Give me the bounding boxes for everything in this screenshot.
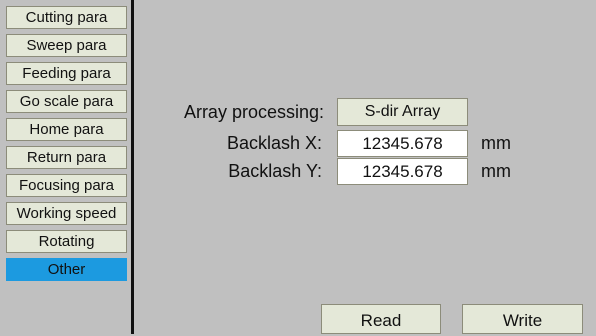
backlash-x-unit: mm	[481, 133, 511, 153]
backlash-y-label: Backlash Y:	[228, 161, 322, 181]
menu-item-working-speed[interactable]: Working speed	[6, 202, 127, 225]
menu-item-cutting-para[interactable]: Cutting para	[6, 6, 127, 29]
menu-item-rotating[interactable]: Rotating	[6, 230, 127, 253]
backlash-y-input[interactable]: 12345.678	[337, 158, 468, 185]
sidebar-divider	[131, 0, 134, 334]
menu-item-feeding-para[interactable]: Feeding para	[6, 62, 127, 85]
sidebar: Cutting para Sweep para Feeding para Go …	[0, 0, 131, 334]
backlash-x-input[interactable]: 12345.678	[337, 130, 468, 157]
backlash-y-unit: mm	[481, 161, 511, 181]
menu-item-go-scale-para[interactable]: Go scale para	[6, 90, 127, 113]
write-button[interactable]: Write	[462, 304, 583, 334]
menu-item-return-para[interactable]: Return para	[6, 146, 127, 169]
array-processing-button[interactable]: S-dir Array	[337, 98, 468, 126]
backlash-x-label: Backlash X:	[226, 133, 322, 153]
array-processing-label: Array processing:	[183, 102, 324, 122]
read-button[interactable]: Read	[321, 304, 441, 334]
menu-item-other[interactable]: Other	[6, 258, 127, 281]
menu-item-sweep-para[interactable]: Sweep para	[6, 34, 127, 57]
menu-item-focusing-para[interactable]: Focusing para	[6, 174, 127, 197]
menu-item-home-para[interactable]: Home para	[6, 118, 127, 141]
